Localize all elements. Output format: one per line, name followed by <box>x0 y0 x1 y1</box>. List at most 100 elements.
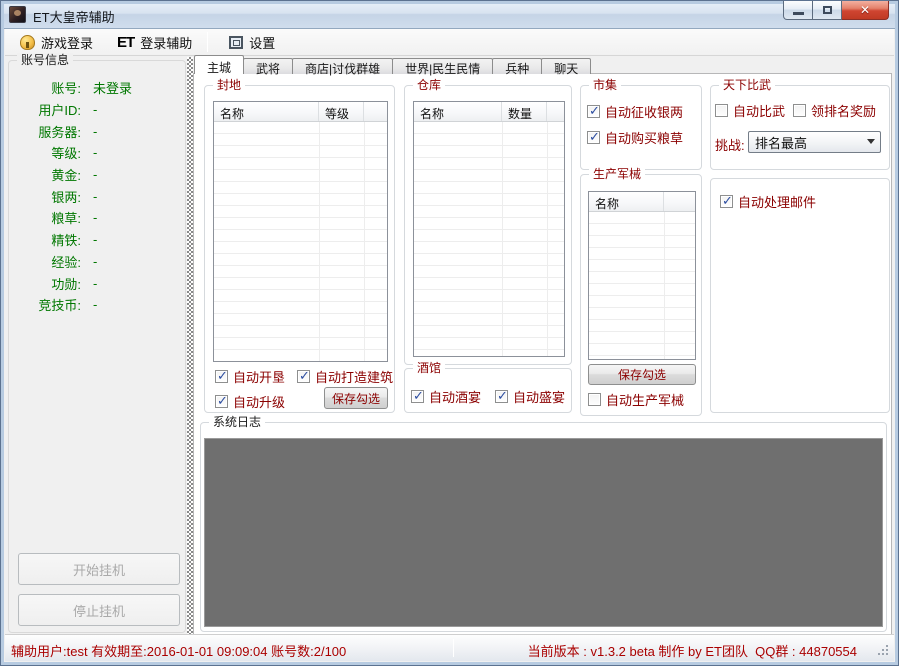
challenge-label: 挑战: <box>715 138 745 153</box>
checkbox-auto-upgrade[interactable]: 自动升级 <box>215 392 285 411</box>
tab-units[interactable]: 兵种 <box>492 58 543 76</box>
tab-world-civil[interactable]: 世界|民生民情 <box>392 58 494 76</box>
ordnance-list-body[interactable] <box>589 212 695 359</box>
checkbox-label: 自动比武 <box>733 104 786 119</box>
checkbox-auto-build[interactable]: 自动打造建筑 <box>297 367 393 386</box>
checkbox-auto-produce-ordnance[interactable]: 自动生产军械 <box>588 390 684 409</box>
checkbox-label: 自动生产军械 <box>606 393 685 408</box>
app-window: ET大皇帝辅助 ✕ 游戏登录 ET 登录辅助 设置 账号信息 账号: 未登录 用户… <box>0 0 899 666</box>
account-row-exp: 经验: - <box>51 253 98 270</box>
fief-group: 封地 名称 等级 自动开垦 自动打造建筑 自动升级 保存勾 <box>204 78 395 413</box>
warehouse-col-qty[interactable]: 数量 <box>502 102 547 121</box>
license-status-text: 辅助用户:test 有效期至:2016-01-01 09:09:04 账号数:2… <box>11 644 347 659</box>
version-text: 当前版本 : v1.3.2 beta 制作 by ET团队 <box>527 644 748 659</box>
checkbox-label: 自动酒宴 <box>429 390 482 405</box>
system-log-title: 系统日志 <box>209 415 266 430</box>
stop-hangup-button[interactable]: 停止挂机 <box>18 594 180 626</box>
close-button[interactable]: ✕ <box>842 1 889 20</box>
resize-grip-icon[interactable] <box>878 645 890 657</box>
fief-col-level[interactable]: 等级 <box>319 102 364 121</box>
tab-generals[interactable]: 武将 <box>243 58 294 76</box>
account-row-arena-coin: 竞技币: - <box>38 297 98 314</box>
warehouse-list: 名称 数量 <box>413 101 565 357</box>
settings-button[interactable]: 设置 <box>220 29 284 56</box>
ordnance-list-header: 名称 <box>589 192 695 212</box>
ordnance-list: 名称 <box>588 191 696 360</box>
checkbox-auto-banquet[interactable]: 自动酒宴 <box>411 387 481 406</box>
fief-save-button[interactable]: 保存勾选 <box>324 387 388 409</box>
settings-icon <box>229 35 244 49</box>
tavern-title: 酒馆 <box>413 361 446 376</box>
checkbox-label: 自动处理邮件 <box>738 195 817 210</box>
checkbox-box <box>793 104 806 117</box>
warehouse-list-body[interactable] <box>414 122 564 356</box>
duel-title: 天下比武 <box>719 78 776 93</box>
maximize-button[interactable] <box>813 1 842 20</box>
checkbox-box <box>587 129 600 145</box>
main-tab-control: 主城 武将 商店|讨伐群雄 世界|民生民情 兵种 聊天 封地 名称 等级 自动开… <box>193 55 892 635</box>
checkbox-auto-collect-silver[interactable]: 自动征收银两 <box>587 102 683 121</box>
checkbox-box <box>495 388 508 404</box>
checkbox-auto-feast[interactable]: 自动盛宴 <box>495 387 565 406</box>
warehouse-col-name[interactable]: 名称 <box>414 102 502 121</box>
checkbox-auto-reclaim[interactable]: 自动开垦 <box>215 367 285 386</box>
checkbox-label: 自动升级 <box>233 395 286 410</box>
ordnance-col-name[interactable]: 名称 <box>589 192 664 211</box>
ordnance-group: 生产军械 名称 保存勾选 自动生产军械 <box>580 167 702 416</box>
checkbox-label: 自动征收银两 <box>605 105 684 120</box>
fief-list: 名称 等级 <box>213 101 388 362</box>
checkbox-box <box>588 393 601 406</box>
maximize-icon <box>822 6 832 14</box>
market-group: 市集 自动征收银两 自动购买粮草 <box>580 78 702 170</box>
checkbox-label: 自动盛宴 <box>513 390 566 405</box>
title-bar[interactable]: ET大皇帝辅助 <box>1 1 898 29</box>
tavern-group: 酒馆 自动酒宴 自动盛宴 <box>404 361 572 413</box>
ordnance-col-filler <box>664 192 695 211</box>
tab-shop-conquest[interactable]: 商店|讨伐群雄 <box>292 58 394 76</box>
warehouse-group: 仓库 名称 数量 <box>404 78 572 365</box>
duel-group: 天下比武 自动比武 领排名奖励 挑战: 排名最高 <box>710 78 890 170</box>
statusbar-divider <box>453 639 454 657</box>
ordnance-save-button[interactable]: 保存勾选 <box>588 364 696 385</box>
checkbox-label: 自动打造建筑 <box>315 370 394 385</box>
system-log-area <box>204 438 883 627</box>
minimize-icon <box>792 11 804 15</box>
checkbox-auto-duel[interactable]: 自动比武 <box>715 101 785 120</box>
tab-main-city[interactable]: 主城 <box>194 55 245 75</box>
checkbox-claim-rank-reward[interactable]: 领排名奖励 <box>793 101 876 120</box>
fief-col-name[interactable]: 名称 <box>214 102 319 121</box>
status-bar: 辅助用户:test 有效期至:2016-01-01 09:09:04 账号数:2… <box>5 634 894 661</box>
checkbox-box <box>715 104 728 117</box>
mail-group: 自动处理邮件 <box>710 178 890 413</box>
game-login-button[interactable]: 游戏登录 <box>11 29 102 56</box>
fief-list-body[interactable] <box>214 122 387 361</box>
tab-chat[interactable]: 聊天 <box>541 58 592 76</box>
game-login-label: 游戏登录 <box>41 35 94 51</box>
minimize-button[interactable] <box>783 1 813 20</box>
login-helper-button[interactable]: ET 登录辅助 <box>108 29 201 56</box>
login-helper-label: 登录辅助 <box>140 35 193 51</box>
checkbox-box <box>215 368 228 384</box>
checkbox-auto-buy-food[interactable]: 自动购买粮草 <box>587 128 683 147</box>
window-controls: ✕ <box>783 1 889 20</box>
challenge-dropdown-value: 排名最高 <box>755 135 808 151</box>
qq-group-text: QQ群 : 44870554 <box>755 644 857 659</box>
settings-label: 设置 <box>249 35 276 51</box>
warehouse-title: 仓库 <box>413 78 446 93</box>
checkbox-auto-handle-mail[interactable]: 自动处理邮件 <box>720 192 816 211</box>
checkbox-box <box>587 103 600 119</box>
checkbox-label: 自动开垦 <box>233 370 286 385</box>
toolbar: 游戏登录 ET 登录辅助 设置 <box>5 29 894 56</box>
chevron-down-icon <box>867 139 875 144</box>
checkbox-box <box>215 393 228 409</box>
app-icon <box>9 6 26 23</box>
account-info-group: 账号信息 账号: 未登录 用户ID: - 服务器: - 等级: - 黄金: - 银两: - … <box>8 53 186 633</box>
start-hangup-button[interactable]: 开始挂机 <box>18 553 180 585</box>
warehouse-col-filler <box>547 102 564 121</box>
fief-title: 封地 <box>213 78 246 93</box>
window-title: ET大皇帝辅助 <box>33 10 115 25</box>
account-row-iron: 精铁: - <box>51 232 98 249</box>
challenge-dropdown[interactable]: 排名最高 <box>748 131 881 153</box>
account-row-server: 服务器: - <box>38 123 98 140</box>
key-icon <box>20 34 35 50</box>
